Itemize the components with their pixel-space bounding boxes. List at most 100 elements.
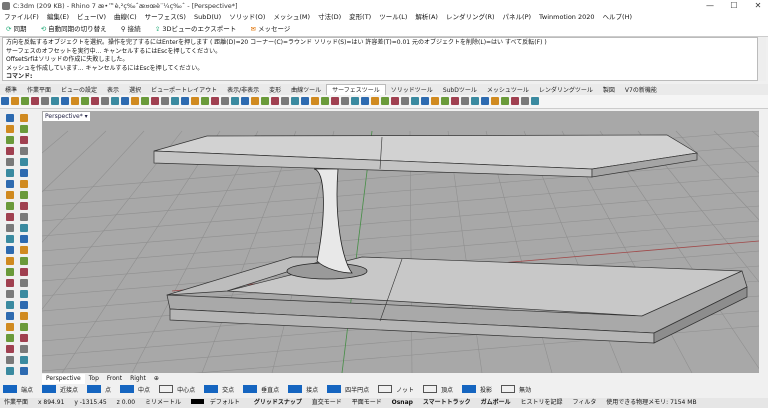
osnap-checkbox[interactable]	[423, 385, 438, 393]
menu-transform[interactable]: 変形(T)	[345, 12, 375, 23]
toolbar-tool-icon[interactable]	[91, 97, 99, 105]
osnap-checkbox[interactable]	[120, 385, 135, 393]
toolbar-tool-icon[interactable]	[291, 97, 299, 105]
toolbar-tool-icon[interactable]	[241, 97, 249, 105]
side-tool-icon[interactable]	[20, 334, 28, 342]
history-scrollbar[interactable]	[758, 37, 766, 81]
toolbar-tool-icon[interactable]	[61, 97, 69, 105]
toolbar-tool-icon[interactable]	[71, 97, 79, 105]
status-ortho[interactable]: 直交モード	[308, 398, 346, 408]
osnap-6[interactable]: 垂直点	[240, 385, 285, 397]
toolbar-tool-icon[interactable]	[431, 97, 439, 105]
toolbar-tool-icon[interactable]	[401, 97, 409, 105]
toolbar-tool-icon[interactable]	[321, 97, 329, 105]
toolbar-tool-icon[interactable]	[201, 97, 209, 105]
viewport-title[interactable]: Perspective* ▾	[43, 112, 90, 121]
menu-panels[interactable]: パネル(P)	[499, 12, 536, 23]
side-tool-icon[interactable]	[20, 257, 28, 265]
toolbar-tool-icon[interactable]	[271, 97, 279, 105]
toolbar-tool-icon[interactable]	[81, 97, 89, 105]
side-tool-icon[interactable]	[6, 224, 14, 232]
menu-subd[interactable]: SubD(U)	[190, 12, 225, 23]
menu-mesh[interactable]: メッシュ(M)	[269, 12, 314, 23]
maximize-button[interactable]: ☐	[726, 0, 742, 12]
side-tool-icon[interactable]	[20, 125, 28, 133]
status-record-history[interactable]: ヒストリを記録	[517, 398, 567, 408]
toolbar-tool-icon[interactable]	[341, 97, 349, 105]
side-tool-icon[interactable]	[20, 213, 28, 221]
command-prompt[interactable]: コマンド:	[6, 73, 754, 82]
toolbar-tool-icon[interactable]	[411, 97, 419, 105]
toolbar-tool-icon[interactable]	[471, 97, 479, 105]
side-tool-icon[interactable]	[20, 268, 28, 276]
status-cplane[interactable]: 作業平面	[0, 398, 32, 408]
menu-view[interactable]: ビュー(V)	[73, 12, 110, 23]
side-tool-icon[interactable]	[20, 356, 28, 364]
osnap-checkbox[interactable]	[462, 385, 477, 393]
toolbar-tool-icon[interactable]	[521, 97, 529, 105]
side-tool-icon[interactable]	[6, 114, 14, 122]
side-tool-icon[interactable]	[20, 345, 28, 353]
menu-solid[interactable]: ソリッド(O)	[225, 12, 269, 23]
osnap-checkbox[interactable]	[87, 385, 102, 393]
viewport-menu-arrow-icon[interactable]: ▾	[85, 113, 88, 120]
menu-analyze[interactable]: 解析(A)	[411, 12, 442, 23]
menu-render[interactable]: レンダリング(R)	[442, 12, 499, 23]
side-tool-icon[interactable]	[6, 290, 14, 298]
menu-surface[interactable]: サーフェス(S)	[141, 12, 190, 23]
osnap-2[interactable]: 点	[84, 385, 117, 397]
toolbar-tool-icon[interactable]	[11, 97, 19, 105]
toolbar-tool-icon[interactable]	[511, 97, 519, 105]
osnap-11[interactable]: 投影	[459, 385, 498, 397]
toolbar-tool-icon[interactable]	[41, 97, 49, 105]
side-tool-icon[interactable]	[20, 279, 28, 287]
osnap-checkbox[interactable]	[288, 385, 303, 393]
side-tool-icon[interactable]	[20, 180, 28, 188]
toolbar-tool-icon[interactable]	[261, 97, 269, 105]
auto-sync-button[interactable]: ⟲ 自動同期の切り替え	[35, 23, 113, 36]
close-button[interactable]: ✕	[750, 0, 766, 12]
osnap-checkbox[interactable]	[42, 385, 57, 393]
side-tool-icon[interactable]	[20, 323, 28, 331]
osnap-0[interactable]: 端点	[0, 385, 39, 397]
toolbar-tool-icon[interactable]	[391, 97, 399, 105]
toolbar-tool-icon[interactable]	[421, 97, 429, 105]
toolbar-tool-icon[interactable]	[351, 97, 359, 105]
side-tool-icon[interactable]	[20, 147, 28, 155]
side-tool-icon[interactable]	[6, 312, 14, 320]
status-units[interactable]: ミリメートル	[141, 398, 185, 408]
osnap-checkbox[interactable]	[159, 385, 174, 393]
toolbar-tool-icon[interactable]	[171, 97, 179, 105]
status-filter[interactable]: フィルタ	[568, 398, 600, 408]
toolbar-tool-icon[interactable]	[381, 97, 389, 105]
side-tool-icon[interactable]	[20, 246, 28, 254]
status-gumball[interactable]: ガムボール	[477, 398, 515, 408]
view-tab-perspective[interactable]: Perspective	[42, 374, 85, 384]
toolbar-tool-icon[interactable]	[301, 97, 309, 105]
perspective-viewport[interactable]	[42, 111, 759, 373]
side-tool-icon[interactable]	[6, 136, 14, 144]
menu-tools[interactable]: ツール(L)	[375, 12, 411, 23]
menu-twinmotion[interactable]: Twinmotion 2020	[535, 12, 599, 23]
toolbar-tool-icon[interactable]	[121, 97, 129, 105]
toolbar-tool-icon[interactable]	[181, 97, 189, 105]
osnap-5[interactable]: 交点	[201, 385, 240, 397]
status-layer[interactable]: デフォルト	[187, 398, 248, 408]
osnap-checkbox[interactable]	[243, 385, 258, 393]
viewport-canvas[interactable]	[42, 111, 759, 373]
side-tool-icon[interactable]	[6, 180, 14, 188]
toolbar-tool-icon[interactable]	[51, 97, 59, 105]
side-tool-icon[interactable]	[6, 345, 14, 353]
menu-file[interactable]: ファイル(F)	[0, 12, 43, 23]
menu-curve[interactable]: 曲線(C)	[110, 12, 141, 23]
osnap-checkbox[interactable]	[3, 385, 17, 393]
view-tab-front[interactable]: Front	[103, 374, 126, 384]
status-grid-snap[interactable]: グリッドスナップ	[250, 398, 306, 408]
osnap-8[interactable]: 四半円点	[324, 385, 375, 397]
status-osnap[interactable]: Osnap	[388, 398, 417, 408]
view-tab-right[interactable]: Right	[126, 374, 150, 384]
toolbar-tool-icon[interactable]	[1, 97, 9, 105]
side-tool-icon[interactable]	[6, 334, 14, 342]
toolbar-tool-icon[interactable]	[131, 97, 139, 105]
menu-edit[interactable]: 編集(E)	[43, 12, 73, 23]
